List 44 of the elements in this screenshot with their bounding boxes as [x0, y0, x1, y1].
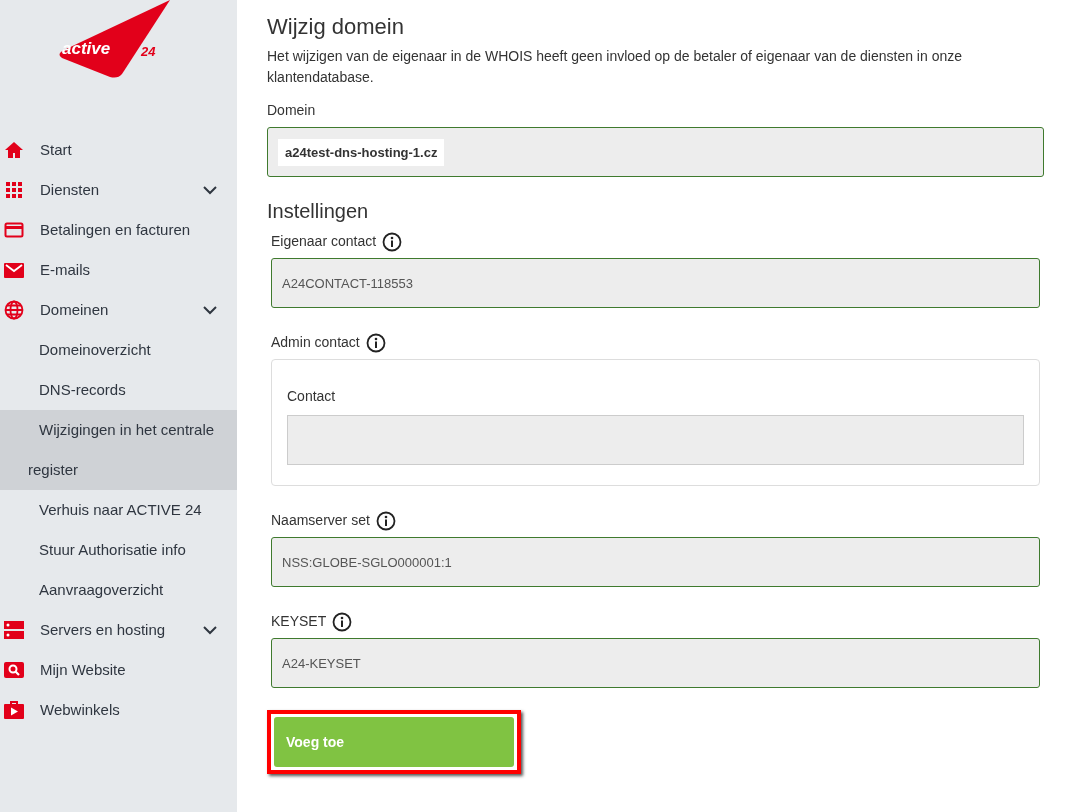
sidebar-item[interactable]: Webwinkels [0, 690, 237, 730]
sidebar-subitem[interactable]: Verhuis naar ACTIVE 24 [0, 490, 237, 530]
sidebar-subitem[interactable]: Domeinoverzicht [0, 330, 237, 370]
info-icon[interactable] [332, 611, 353, 632]
input-field[interactable]: NSS:GLOBE-SGLO000001:1 [271, 537, 1040, 588]
domain-value: a24test-dns-hosting-1.cz [278, 138, 445, 167]
field-label: Domein [267, 101, 316, 121]
chevron-down-icon[interactable] [203, 625, 217, 635]
grid-icon [4, 180, 24, 200]
input-field[interactable] [287, 415, 1024, 466]
description-text: Het wijzigen van de eigenaar in de WHOIS heeft geen invloed op de betaler of eigenaar van de diensten in onze klantendatabase. [267, 47, 964, 88]
sidebar-subitem[interactable]: DNS-records [0, 370, 237, 410]
sidebar-subitem[interactable]: Aanvraagoverzicht [0, 570, 237, 610]
field-label: KEYSET [271, 612, 327, 632]
sidebar-subitem[interactable]: Stuur Authorisatie info [0, 530, 237, 570]
sidebar-item[interactable]: Domeinen [0, 290, 237, 330]
search-icon [4, 660, 24, 680]
sidebar-item[interactable]: Mijn Website [0, 650, 237, 690]
info-icon[interactable] [365, 332, 386, 353]
field-label: Contact [287, 387, 336, 407]
sidebar-subitem[interactable]: Wijzigingen in het centrale register [0, 410, 237, 490]
sidebar-item[interactable]: Start [0, 130, 237, 170]
globe-icon [4, 300, 24, 320]
info-icon[interactable] [382, 231, 403, 252]
input-field[interactable]: A24CONTACT-118553 [271, 258, 1040, 309]
input-field[interactable]: A24-KEYSET [271, 638, 1040, 689]
chevron-down-icon[interactable] [203, 305, 217, 315]
field-label: Admin contact [271, 333, 360, 353]
sidebar-item[interactable]: E-mails [0, 250, 237, 290]
page-title: Wijzig domein [267, 14, 405, 41]
mail-icon [4, 260, 24, 280]
sidebar-item[interactable]: Servers en hosting [0, 610, 237, 650]
info-icon[interactable] [375, 510, 396, 531]
field-label: Eigenaar contact [271, 232, 377, 252]
server-icon [4, 620, 24, 640]
field-label: Naamserver set [271, 511, 370, 531]
chevron-down-icon[interactable] [203, 185, 217, 195]
section-title: Instellingen [267, 199, 370, 224]
credit-card-icon [4, 220, 24, 240]
home-icon [4, 140, 24, 160]
sidebar-item[interactable]: Diensten [0, 170, 237, 210]
sidebar-item[interactable]: Betalingen en facturen [0, 210, 237, 250]
logo-number: 24 [141, 45, 156, 58]
shopping-bag-icon [4, 700, 24, 720]
